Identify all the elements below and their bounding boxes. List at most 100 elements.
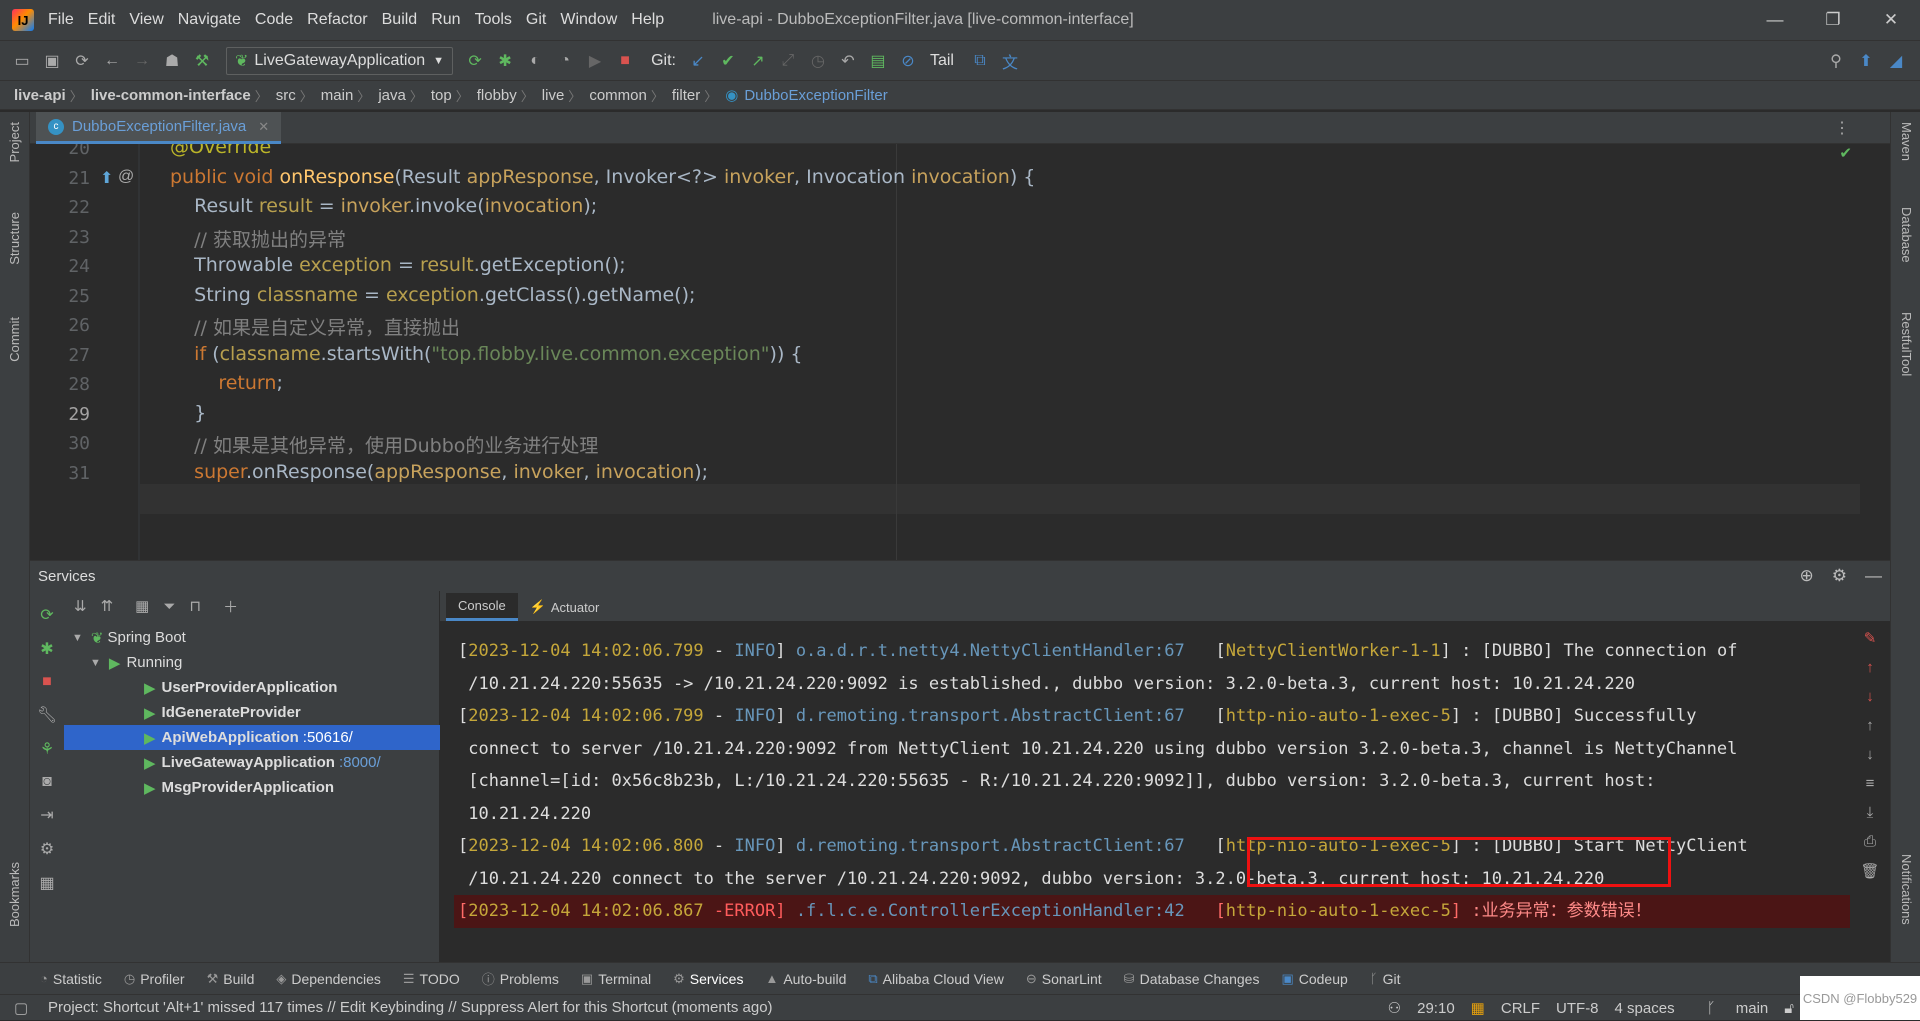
forbidden-icon[interactable]: ⊘ [894,47,922,75]
tool-git[interactable]: ᚴ Git [1370,971,1401,987]
menu-window[interactable]: Window [560,11,617,29]
run-disabled-icon[interactable]: ▶ [581,47,609,75]
debug-icon[interactable]: ✱ [30,639,64,659]
stop-icon[interactable]: ■ [611,47,639,75]
tool-database-changes[interactable]: ⛁ Database Changes [1124,971,1260,987]
code-area[interactable]: 20 21 22 23 24 25 26 27 28 29 30 31 ⬆ @ … [30,144,1860,560]
tool-services[interactable]: ⚙ Services [673,971,743,987]
menu-edit[interactable]: Edit [88,11,116,29]
settings-search-icon[interactable]: ⚙ [30,839,64,859]
tree-item-app-selected[interactable]: ▶ ApiWebApplication :50616/ [64,725,440,750]
coverage-icon[interactable]: ◐ [521,47,549,75]
sync-icon[interactable]: ⟳ [68,47,96,75]
breadcrumb-item-current[interactable]: DubboExceptionFilter [744,87,887,104]
console-output[interactable]: [2023-12-04 14:02:06.799 - INFO] o.a.d.r… [440,621,1850,963]
tool-todo[interactable]: ☰ TODO [403,971,460,987]
app-port[interactable]: :50616/ [303,729,353,746]
breadcrumb-item[interactable]: filter [672,87,700,104]
collapse-all-icon[interactable]: ⇈ [101,597,114,615]
tool-tab-bookmarks[interactable]: Bookmarks [7,862,22,927]
scroll-up-icon[interactable]: ↑ [1850,717,1890,734]
tool-build[interactable]: ⚒ Build [207,971,255,987]
breadcrumb-item[interactable]: src [276,87,296,104]
toggle-tool-windows-icon[interactable]: ▢ [14,999,28,1017]
prev-error-icon[interactable]: ↑ [1850,659,1890,676]
tool-tab-database[interactable]: Database [1899,207,1914,263]
git-merge-icon[interactable]: ⤢ [774,47,802,75]
indent-setting[interactable]: 4 spaces [1615,1000,1675,1017]
more-options-icon[interactable]: ⋮ [1834,118,1850,138]
breadcrumb-item[interactable]: main [321,87,354,104]
tool-profiler[interactable]: ◷ Profiler [124,971,185,987]
maximize-button[interactable]: ❐ [1804,0,1862,40]
tool-tab-maven[interactable]: Maven [1899,122,1914,161]
menu-view[interactable]: View [129,11,163,29]
breadcrumb-item[interactable]: top [431,87,452,104]
forward-icon[interactable]: → [128,47,156,75]
globe-icon[interactable]: ⊕ [1800,566,1814,586]
next-error-icon[interactable]: ↓ [1850,688,1890,705]
tool-sonarlint[interactable]: ⊖ SonarLint [1026,971,1102,987]
no-problems-check-icon[interactable]: ✔ [1839,144,1852,162]
tab-console[interactable]: Console [446,593,518,621]
status-message[interactable]: Project: Shortcut 'Alt+1' missed 117 tim… [48,999,773,1016]
lock-icon[interactable]: 🔓︎ [1784,1000,1794,1017]
login-icon[interactable]: ⇥ [30,805,64,825]
close-button[interactable]: ✕ [1862,0,1920,40]
tool-alibaba-cloud-view[interactable]: ⧉ Alibaba Cloud View [868,971,1003,987]
file-encoding[interactable]: UTF-8 [1556,1000,1599,1017]
breadcrumb-item[interactable]: common [589,87,647,104]
back-icon[interactable]: ← [98,47,126,75]
open-folder-icon[interactable]: ▭ [8,47,36,75]
history-icon[interactable]: ◷ [804,47,832,75]
app-port[interactable]: :8000/ [339,754,381,771]
menu-run[interactable]: Run [431,11,460,29]
camera-icon[interactable]: ◙ [30,773,64,791]
menu-help[interactable]: Help [631,11,664,29]
tree-item-running[interactable]: ▼ ▶ Running [64,650,440,675]
print-icon[interactable]: ⎙ [1850,833,1890,850]
expand-all-icon[interactable]: ⇊ [74,597,87,615]
tool-codeup[interactable]: ▣ Codeup [1281,971,1347,987]
menu-file[interactable]: File [48,11,74,29]
scroll-to-end-icon[interactable]: ⤓ [1850,804,1890,821]
filter-icon[interactable]: ⏷ [163,598,175,615]
annotation-marker-icon[interactable]: @ [118,168,134,186]
settings-gear-icon[interactable]: ⚙ [1832,566,1847,586]
memory-icon[interactable]: ⚇ [1388,999,1401,1017]
tree-item-app[interactable]: ▶ UserProviderApplication [64,675,440,700]
tree-item-app[interactable]: ▶ MsgProviderApplication [64,775,440,800]
menu-git[interactable]: Git [526,11,546,29]
rerun-icon[interactable]: ⟳ [30,605,64,625]
tool-tab-structure[interactable]: Structure [7,212,22,265]
rollback-icon[interactable]: ↶ [834,47,862,75]
menu-build[interactable]: Build [382,11,418,29]
breadcrumb-item[interactable]: flobby [477,87,517,104]
save-icon[interactable]: ▣ [38,47,66,75]
monitor-icon[interactable]: ▤ [864,47,892,75]
breadcrumb-item[interactable]: live-api [14,87,66,104]
git-commit-icon[interactable]: ✔ [714,47,742,75]
update-icon[interactable]: ⬆ [1852,47,1880,75]
line-separator[interactable]: CRLF [1501,1000,1540,1017]
scroll-down-icon[interactable]: ↓ [1850,746,1890,763]
git-update-icon[interactable]: ↙ [684,47,712,75]
caret-position[interactable]: 29:10 [1417,1000,1455,1017]
breadcrumb-item[interactable]: live-common-interface [91,87,251,104]
tree-item-app[interactable]: ▶ IdGenerateProvider [64,700,440,725]
new-tab-icon[interactable]: ⊓ [189,597,201,615]
tree-item-spring-boot[interactable]: ▼ ❦ Spring Boot [64,625,440,650]
build-hammer-icon[interactable]: ⚒ [188,47,216,75]
tool-problems[interactable]: ⓘ Problems [482,969,559,988]
hide-panel-icon[interactable]: — [1865,566,1882,586]
tree-item-app[interactable]: ▶ LiveGatewayApplication :8000/ [64,750,440,775]
translate-icon[interactable]: 文 [996,47,1024,75]
clear-pen-icon[interactable]: ✎ [1850,629,1890,647]
tool-tab-project[interactable]: Project [7,122,22,162]
run-configuration-select[interactable]: ❦ LiveGatewayApplication ▼ [226,46,454,75]
rerun-icon[interactable]: ⟳ [461,47,489,75]
debug-icon[interactable]: ✱ [491,47,519,75]
wrench-icon[interactable]: 🔧︎ [30,705,64,725]
tool-statistic[interactable]: ◔ Statistic [40,971,102,987]
minimize-button[interactable]: — [1746,0,1804,40]
